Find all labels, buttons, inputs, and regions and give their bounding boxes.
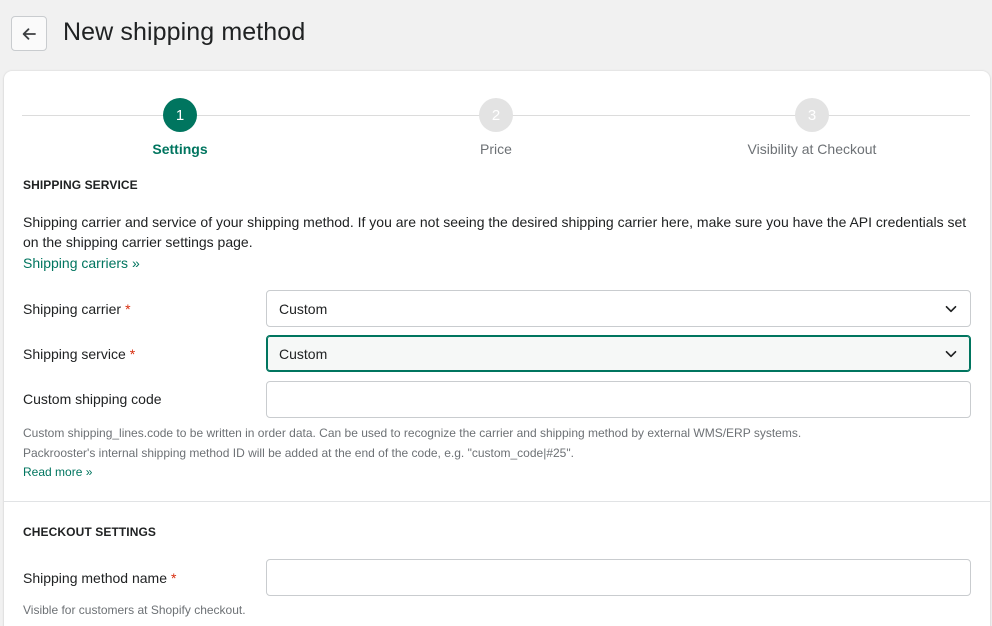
shipping-method-name-input[interactable]: [266, 559, 971, 596]
page-header: New shipping method: [0, 0, 992, 68]
shipping-service-heading: SHIPPING SERVICE: [23, 178, 138, 192]
selected-value: Custom: [279, 345, 328, 362]
custom-shipping-code-input[interactable]: [266, 381, 971, 418]
chevron-down-icon: [945, 350, 957, 358]
step-settings[interactable]: 1 Settings: [80, 98, 280, 157]
settings-card: 1 Settings 2 Price 3 Visibility at Check…: [4, 71, 990, 626]
required-marker: *: [171, 570, 177, 586]
label-text: Shipping service: [23, 346, 126, 362]
section-divider: [4, 501, 990, 502]
custom-code-help-line-1: Custom shipping_lines.code to be written…: [23, 426, 802, 440]
step-number: 1: [163, 98, 197, 132]
custom-code-help-line-2: Packrooster's internal shipping method I…: [23, 446, 574, 460]
label-text: Shipping carrier: [23, 301, 122, 317]
checkout-settings-heading: CHECKOUT SETTINGS: [23, 525, 157, 539]
shipping-carriers-link[interactable]: Shipping carriers »: [23, 255, 140, 271]
step-number: 3: [795, 98, 829, 132]
shipping-service-label: Shipping service *: [23, 346, 135, 362]
step-price[interactable]: 2 Price: [396, 98, 596, 157]
method-name-help: Visible for customers at Shopify checkou…: [23, 603, 246, 617]
step-number: 2: [479, 98, 513, 132]
step-visibility[interactable]: 3 Visibility at Checkout: [712, 98, 912, 157]
step-label: Settings: [152, 141, 208, 157]
shipping-carrier-select[interactable]: Custom: [266, 290, 971, 327]
step-label: Visibility at Checkout: [747, 141, 877, 157]
back-button[interactable]: [11, 16, 47, 51]
shipping-service-description: Shipping carrier and service of your shi…: [23, 214, 967, 250]
read-more-link[interactable]: Read more »: [23, 465, 92, 479]
chevron-down-icon: [945, 305, 957, 313]
shipping-service-select[interactable]: Custom: [266, 335, 971, 372]
shipping-carrier-label: Shipping carrier *: [23, 301, 131, 317]
required-marker: *: [125, 301, 131, 317]
shipping-method-name-label: Shipping method name *: [23, 570, 176, 586]
selected-value: Custom: [279, 300, 328, 317]
label-text: Shipping method name: [23, 570, 167, 586]
arrow-left-icon: [22, 27, 36, 40]
custom-shipping-code-label: Custom shipping code: [23, 391, 162, 407]
page-title: New shipping method: [63, 18, 306, 46]
step-label: Price: [480, 141, 512, 157]
required-marker: *: [129, 346, 136, 362]
